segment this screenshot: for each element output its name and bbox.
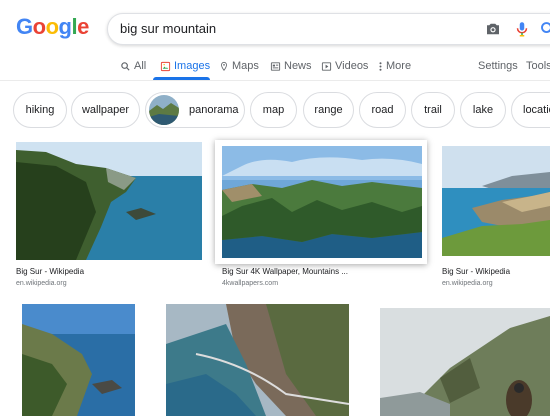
chip-label: wallpaper <box>81 104 130 116</box>
tab-videos[interactable]: Videos <box>321 60 368 72</box>
tab-label: Videos <box>335 60 369 72</box>
chip-label: range <box>314 104 343 116</box>
chip-label: trail <box>424 104 442 116</box>
logo-letter: o <box>32 14 46 39</box>
result-image[interactable] <box>222 146 422 258</box>
result-source: en.wikipedia.org <box>442 280 493 287</box>
chip-label: panorama <box>189 104 239 116</box>
chip-label: road <box>371 104 394 116</box>
search-icon <box>121 61 130 71</box>
video-icon <box>321 61 332 71</box>
tab-news[interactable]: News <box>270 60 312 72</box>
tab-maps[interactable]: Maps <box>219 60 259 72</box>
search-box[interactable]: big sur mountain <box>107 13 550 45</box>
result-image[interactable] <box>22 304 135 416</box>
microphone-icon[interactable] <box>513 19 531 39</box>
result-image[interactable] <box>380 308 550 416</box>
result-source: 4kwallpapers.com <box>222 280 279 287</box>
tab-more[interactable]: More <box>378 60 411 72</box>
tab-label: All <box>134 60 147 72</box>
chip-road[interactable]: road <box>359 92 406 128</box>
tab-label: Images <box>174 60 211 72</box>
settings-link[interactable]: Settings <box>478 60 518 72</box>
result-image[interactable] <box>166 304 349 416</box>
tab-label: Maps <box>232 60 259 72</box>
chip-trail[interactable]: trail <box>411 92 455 128</box>
chip-map[interactable]: map <box>250 92 297 128</box>
chip-wallpaper[interactable]: wallpaper <box>71 92 140 128</box>
logo-letter: G <box>16 14 33 39</box>
chip-range[interactable]: range <box>303 92 354 128</box>
result-title[interactable]: Big Sur - Wikipedia <box>442 267 510 276</box>
search-input[interactable]: big sur mountain <box>120 21 216 36</box>
chip-label: lake <box>472 104 494 116</box>
tab-label: More <box>386 60 412 72</box>
google-logo[interactable]: Google <box>16 14 89 40</box>
settings-label: Settings <box>478 60 518 72</box>
tab-images[interactable]: Images <box>160 60 210 72</box>
result-image[interactable] <box>442 146 550 256</box>
chip-location[interactable]: location <box>511 92 550 128</box>
result-title[interactable]: Big Sur 4K Wallpaper, Mountains ... <box>222 267 348 276</box>
result-title[interactable]: Big Sur - Wikipedia <box>16 267 84 276</box>
logo-letter: g <box>58 14 72 39</box>
camera-icon[interactable] <box>484 20 502 38</box>
chip-lake[interactable]: lake <box>460 92 506 128</box>
result-source: en.wikipedia.org <box>16 280 67 287</box>
tools-link[interactable]: Tools <box>526 60 550 72</box>
chip-panorama[interactable]: panorama <box>145 92 245 128</box>
logo-letter: e <box>77 14 89 39</box>
news-icon <box>270 61 281 71</box>
chip-label: map <box>262 104 285 116</box>
image-icon <box>160 61 171 71</box>
map-pin-icon <box>221 61 227 71</box>
logo-letter: o <box>45 14 59 39</box>
chip-hiking[interactable]: hiking <box>13 92 67 128</box>
tab-label: News <box>284 60 312 72</box>
header-divider <box>0 80 550 81</box>
chip-label: location <box>523 104 550 116</box>
chip-thumbnail <box>149 95 179 125</box>
tools-label: Tools <box>526 60 550 72</box>
chip-label: hiking <box>25 104 55 116</box>
tab-all[interactable]: All <box>120 60 146 72</box>
search-icon[interactable] <box>539 19 550 39</box>
more-vert-icon <box>379 61 382 71</box>
result-image[interactable] <box>16 142 202 260</box>
